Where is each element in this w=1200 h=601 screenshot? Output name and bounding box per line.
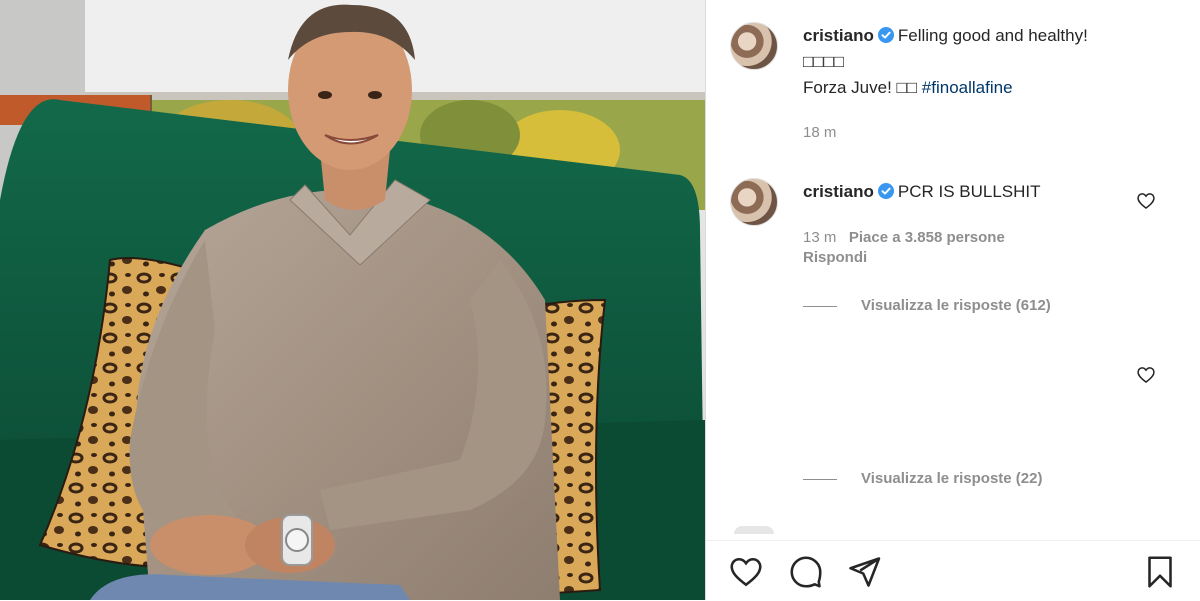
comment-like-heart-icon[interactable] (1136, 365, 1156, 385)
bookmark-icon[interactable] (1142, 554, 1178, 590)
comment-time: 13 m (803, 229, 837, 246)
caption-username[interactable]: cristiano (803, 26, 874, 45)
send-icon[interactable] (846, 554, 882, 590)
replies-dash (803, 478, 837, 480)
caption-time: 18 m (803, 124, 837, 141)
comment-like-heart-icon[interactable] (1136, 191, 1156, 211)
caption-line3: Forza Juve! □□ #finoallafine (803, 76, 1013, 100)
next-comment-avatar (734, 526, 774, 534)
comments-panel: cristiano Felling good and healthy! □□□□ … (706, 0, 1200, 600)
comment-avatar[interactable] (730, 178, 778, 226)
caption-text-line3: Forza Juve! □□ (803, 78, 922, 97)
comment-meta: 13 m Piace a 3.858 persone (803, 229, 1005, 246)
view-replies-label: Visualizza le risposte (612) (861, 297, 1051, 314)
heart-icon[interactable] (728, 554, 764, 590)
caption-text-line1: Felling good and healthy! (897, 26, 1088, 45)
caption-avatar[interactable] (730, 22, 778, 70)
post-photo-illustration (0, 0, 705, 600)
caption-text-line2: □□□□ (803, 52, 845, 71)
view-replies-button[interactable]: Visualizza le risposte (22) (803, 470, 1042, 487)
comment-likes-count[interactable]: Piace a 3.858 persone (849, 229, 1005, 246)
comment-line: cristiano PCR IS BULLSHIT (803, 180, 1041, 204)
comment-icon[interactable] (788, 554, 824, 590)
reply-button[interactable]: Rispondi (803, 249, 867, 266)
view-replies-button[interactable]: Visualizza le risposte (612) (803, 297, 1051, 314)
comment-username[interactable]: cristiano (803, 182, 874, 201)
verified-badge-icon (877, 27, 894, 43)
verified-badge-icon (877, 183, 894, 199)
caption-line1: cristiano Felling good and healthy! (803, 24, 1088, 48)
view-replies-label: Visualizza le risposte (22) (861, 470, 1043, 487)
action-bar (706, 540, 1200, 601)
post-photo[interactable] (0, 0, 705, 600)
replies-dash (803, 305, 837, 307)
comment-text: PCR IS BULLSHIT (897, 182, 1041, 201)
hashtag-link[interactable]: #finoallafine (922, 78, 1013, 97)
comment-reply-row: Rispondi (803, 249, 867, 266)
